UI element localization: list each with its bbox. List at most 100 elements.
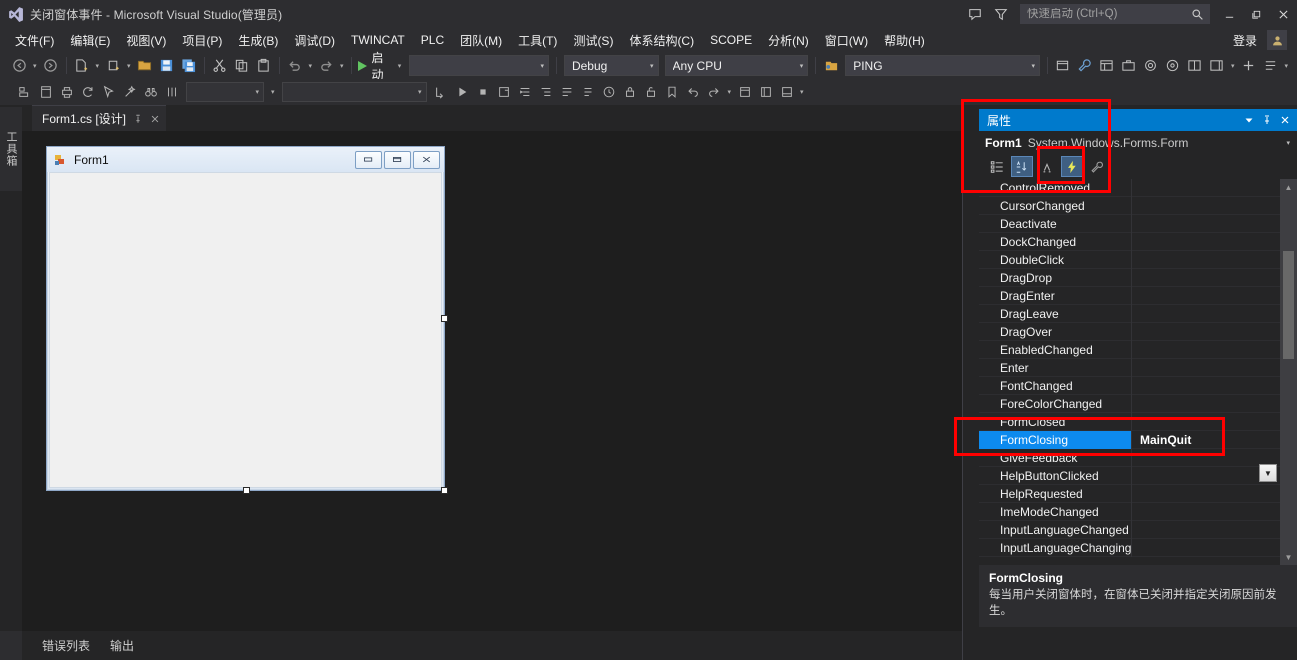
- run-icon[interactable]: [452, 82, 473, 103]
- window-layout-icon[interactable]: [1096, 55, 1118, 77]
- event-row[interactable]: FormClosing MainQuit: [979, 430, 1281, 449]
- start-caret[interactable]: ▾: [395, 62, 405, 70]
- event-row[interactable]: DockChanged: [979, 232, 1281, 251]
- navigate-back-icon[interactable]: [8, 55, 30, 77]
- event-row[interactable]: FormClosed: [979, 412, 1281, 431]
- resize-handle-bottom[interactable]: [243, 487, 250, 494]
- events-list[interactable]: ControlRemoved CursorChanged Deactivate Doc…: [979, 179, 1281, 565]
- menu-item-view[interactable]: 视图(V): [118, 29, 174, 52]
- panels-caret[interactable]: ▾: [1228, 62, 1238, 70]
- split-view-icon[interactable]: [1184, 55, 1206, 77]
- navigate-forward-icon[interactable]: [40, 55, 62, 77]
- window-icon[interactable]: [35, 82, 56, 103]
- event-row[interactable]: EnabledChanged: [979, 340, 1281, 359]
- comment-icon[interactable]: [557, 82, 578, 103]
- events-icon[interactable]: [1061, 156, 1083, 177]
- event-row[interactable]: ControlRemoved: [979, 179, 1281, 197]
- event-handler-value[interactable]: [1132, 233, 1281, 251]
- event-row[interactable]: DragEnter: [979, 286, 1281, 305]
- close-icon[interactable]: [1270, 0, 1297, 28]
- property-pages-icon[interactable]: [1086, 156, 1108, 177]
- new-item-icon[interactable]: [102, 55, 124, 77]
- properties-icon[interactable]: [1036, 156, 1058, 177]
- alphabetical-icon[interactable]: [1011, 156, 1033, 177]
- categorized-icon[interactable]: [986, 156, 1008, 177]
- toolbar-options-icon[interactable]: [1260, 55, 1282, 77]
- event-handler-value[interactable]: [1132, 503, 1281, 521]
- event-row[interactable]: ForeColorChanged: [979, 394, 1281, 413]
- minimize-box-icon[interactable]: [355, 150, 382, 169]
- save-all-icon[interactable]: [178, 55, 200, 77]
- stop-icon[interactable]: [473, 82, 494, 103]
- form-client-area[interactable]: [49, 172, 442, 488]
- toolbox-tab[interactable]: 工具箱: [0, 107, 22, 191]
- wand-icon[interactable]: [119, 82, 140, 103]
- binoculars-icon[interactable]: [140, 82, 161, 103]
- start-debug-button[interactable]: 启动 ▾: [356, 49, 407, 83]
- chevron-down-icon[interactable]: ▾: [1286, 139, 1297, 147]
- lock-icon[interactable]: [620, 82, 641, 103]
- menu-item-build[interactable]: 生成(B): [230, 29, 286, 52]
- event-handler-value[interactable]: MainQuit: [1132, 431, 1281, 449]
- object-combo[interactable]: ▾: [186, 82, 264, 102]
- properties-title-bar[interactable]: 属性: [979, 109, 1297, 131]
- panel3-icon[interactable]: [776, 82, 797, 103]
- redo2-icon[interactable]: [704, 82, 725, 103]
- new-item-caret[interactable]: ▾: [124, 62, 134, 70]
- uncomment-icon[interactable]: [578, 82, 599, 103]
- event-row[interactable]: Deactivate: [979, 214, 1281, 233]
- paste-icon[interactable]: [253, 55, 275, 77]
- properties-object-selector[interactable]: Form1 System.Windows.Forms.Form ▾: [979, 132, 1297, 154]
- menu-item-plc[interactable]: PLC: [413, 30, 452, 50]
- pin-icon[interactable]: [133, 114, 143, 124]
- new-project-caret[interactable]: ▾: [93, 62, 103, 70]
- event-row[interactable]: InputLanguageChanging: [979, 538, 1281, 557]
- startup-combo[interactable]: ▾: [409, 55, 549, 76]
- menu-item-help[interactable]: 帮助(H): [876, 29, 933, 52]
- close-box-icon[interactable]: [413, 150, 440, 169]
- panel2-icon[interactable]: [755, 82, 776, 103]
- event-handler-value[interactable]: [1132, 539, 1281, 557]
- indent-icon[interactable]: [515, 82, 536, 103]
- event-handler-value[interactable]: [1132, 251, 1281, 269]
- quick-launch-box[interactable]: [1020, 4, 1210, 24]
- minimize-icon[interactable]: [1216, 0, 1243, 28]
- tab-error-list[interactable]: 错误列表: [32, 637, 100, 654]
- event-handler-value[interactable]: [1132, 287, 1281, 305]
- event-handler-value[interactable]: [1132, 197, 1281, 215]
- toolbar2-caret[interactable]: ▾: [725, 88, 735, 96]
- event-handler-value[interactable]: [1132, 269, 1281, 287]
- printer-icon[interactable]: [56, 82, 77, 103]
- menu-item-team[interactable]: 团队(M): [452, 29, 510, 52]
- solution-configuration-combo[interactable]: Debug ▾: [563, 55, 659, 76]
- event-row[interactable]: InputLanguageChanged: [979, 520, 1281, 539]
- toolbar-options-caret[interactable]: ▾: [1282, 62, 1292, 70]
- navigate-back-caret[interactable]: ▾: [30, 62, 40, 70]
- event-handler-value[interactable]: [1132, 179, 1281, 197]
- event-row[interactable]: CursorChanged: [979, 196, 1281, 215]
- menu-item-window[interactable]: 窗口(W): [817, 29, 876, 52]
- clock-icon[interactable]: [599, 82, 620, 103]
- attach-process-icon[interactable]: [1052, 55, 1074, 77]
- refresh-icon[interactable]: [77, 82, 98, 103]
- undo2-icon[interactable]: [683, 82, 704, 103]
- unlock-icon[interactable]: [641, 82, 662, 103]
- tab-form1-designer[interactable]: Form1.cs [设计]: [32, 105, 167, 131]
- toolbar2-caret-2[interactable]: ▾: [797, 88, 807, 96]
- event-handler-value[interactable]: [1132, 485, 1281, 503]
- wrench-icon[interactable]: [1074, 55, 1096, 77]
- menu-item-architecture[interactable]: 体系结构(C): [621, 29, 702, 52]
- close-icon[interactable]: [150, 114, 160, 124]
- redo-icon[interactable]: [315, 55, 337, 77]
- menu-item-scope[interactable]: SCOPE: [702, 30, 760, 50]
- save-icon[interactable]: [156, 55, 178, 77]
- form-designer-surface[interactable]: Form1: [22, 131, 962, 631]
- menu-item-tools[interactable]: 工具(T): [510, 29, 565, 52]
- event-handler-value[interactable]: [1132, 305, 1281, 323]
- folder-target-icon[interactable]: [820, 55, 842, 77]
- settings-icon[interactable]: [1140, 55, 1162, 77]
- member-combo[interactable]: ▾: [281, 82, 427, 102]
- new-project-icon[interactable]: [71, 55, 93, 77]
- menu-item-edit[interactable]: 编辑(E): [62, 29, 118, 52]
- event-handler-value[interactable]: [1132, 395, 1281, 413]
